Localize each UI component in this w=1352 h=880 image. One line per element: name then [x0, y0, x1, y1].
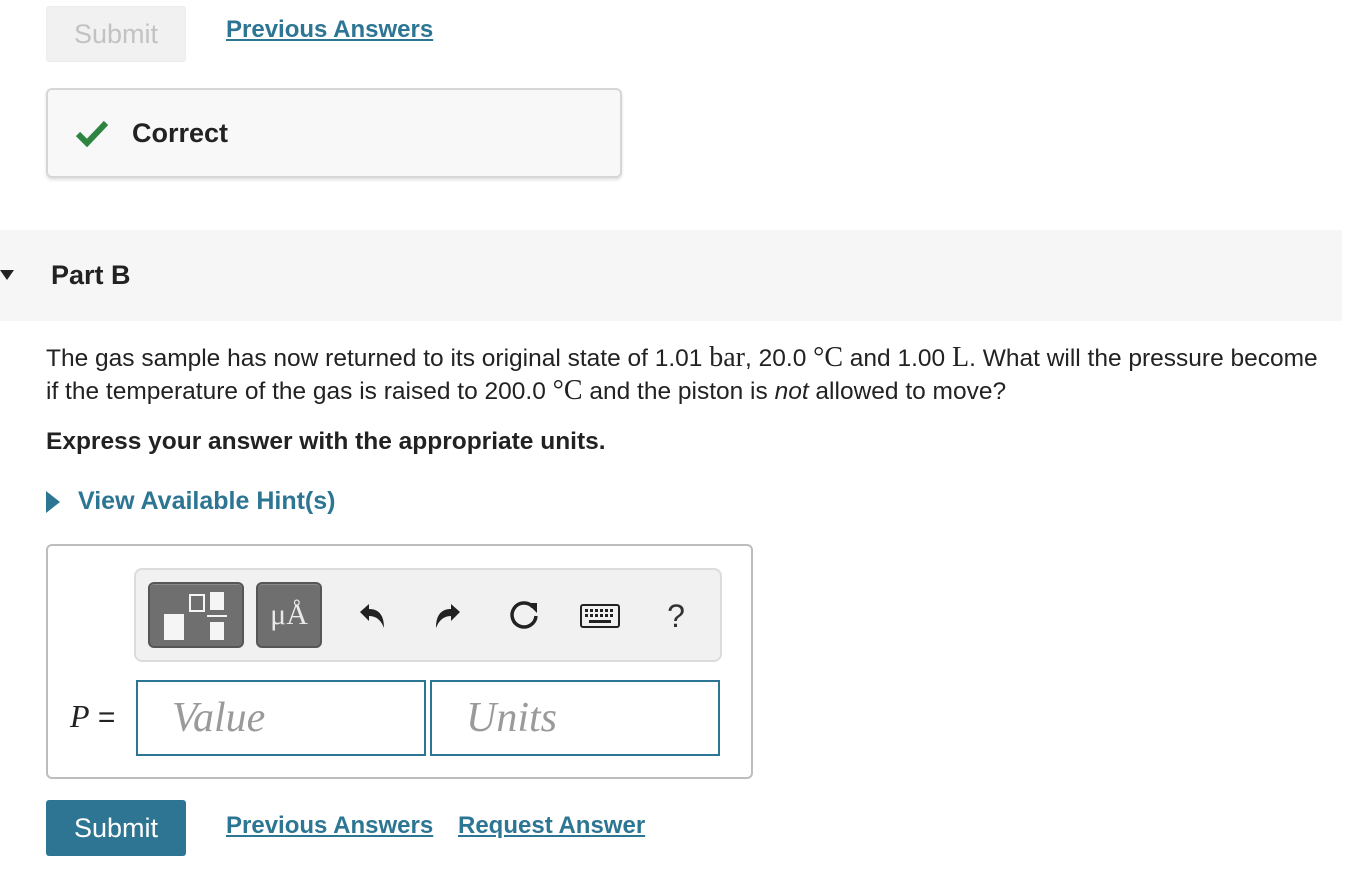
math-toolbar: μÅ ?: [134, 568, 722, 662]
part-header[interactable]: [0, 230, 1342, 321]
templates-icon: [164, 592, 227, 640]
hint-toggle[interactable]: View Available Hint(s): [46, 487, 335, 516]
help-button[interactable]: ?: [654, 594, 698, 638]
undo-button[interactable]: [350, 594, 394, 638]
reset-icon: [510, 601, 538, 629]
undo-icon: [360, 604, 384, 628]
units-button[interactable]: μÅ: [256, 582, 322, 648]
units-input[interactable]: [430, 680, 720, 756]
unit-celsius: °C: [813, 342, 843, 373]
caret-right-icon: [46, 490, 60, 513]
templates-button[interactable]: [148, 582, 244, 648]
caret-down-icon[interactable]: [0, 270, 14, 280]
view-hints-link[interactable]: View Available Hint(s): [78, 487, 335, 516]
keyboard-button[interactable]: [578, 594, 622, 638]
unit-bar: bar: [709, 342, 746, 373]
feedback-status: Correct: [132, 117, 229, 148]
redo-button[interactable]: [426, 594, 470, 638]
submit-button-disabled: Submit: [46, 6, 186, 62]
request-answer-link[interactable]: Request Answer: [458, 812, 645, 840]
emphasis-not: not: [774, 378, 809, 405]
reset-button[interactable]: [502, 594, 546, 638]
redo-icon: [436, 604, 460, 628]
check-icon: [76, 120, 108, 147]
keyboard-icon: [580, 604, 620, 628]
value-input[interactable]: [136, 680, 426, 756]
answer-instruction: Express your answer with the appropriate…: [46, 428, 606, 455]
submit-button[interactable]: Submit: [46, 800, 186, 856]
previous-answers-link[interactable]: Previous Answers: [226, 812, 433, 840]
previous-answers-link-top[interactable]: Previous Answers: [226, 16, 433, 44]
variable-label: P =: [70, 698, 116, 734]
unit-celsius: °C: [552, 375, 583, 406]
unit-liter: L: [951, 342, 970, 373]
part-title: Part B: [51, 260, 131, 290]
question-text: The gas sample has now returned to its o…: [46, 342, 1318, 406]
correct-feedback-box: Correct: [46, 88, 622, 178]
